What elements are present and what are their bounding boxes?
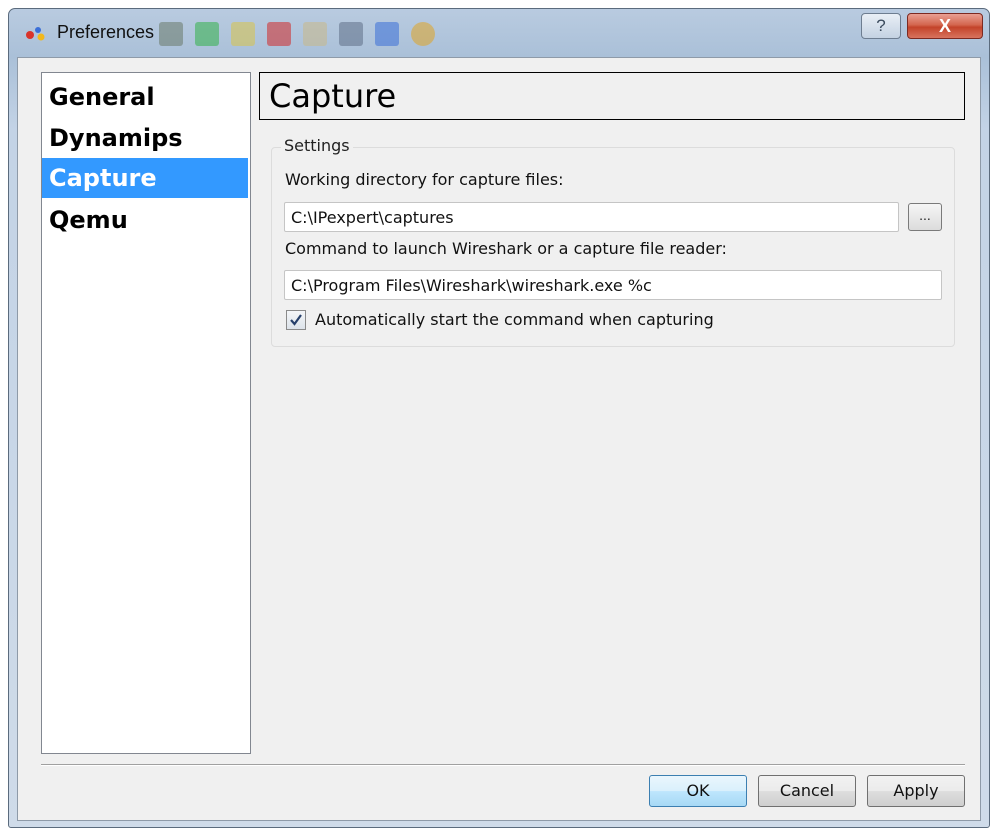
background-tool-icon: [159, 22, 183, 46]
autostart-label[interactable]: Automatically start the command when cap…: [315, 310, 714, 329]
sidebar-item-qemu[interactable]: Qemu: [42, 200, 248, 240]
title-bar[interactable]: Preferences ? X: [9, 9, 989, 59]
close-button[interactable]: X: [907, 13, 983, 39]
help-button[interactable]: ?: [861, 13, 901, 39]
working-directory-input[interactable]: [284, 202, 899, 232]
cancel-button[interactable]: Cancel: [758, 775, 856, 807]
settings-group-title: Settings: [281, 136, 353, 155]
sidebar-item-capture[interactable]: Capture: [42, 158, 248, 198]
checkmark-icon: [290, 314, 302, 326]
pause-icon: [231, 22, 255, 46]
app-icon: [26, 27, 45, 41]
screen-icon: [375, 22, 399, 46]
sidebar-item-dynamips[interactable]: Dynamips: [42, 118, 248, 158]
gear-icon: [411, 22, 435, 46]
browse-button[interactable]: ...: [908, 203, 942, 231]
stop-icon: [267, 22, 291, 46]
window-title: Preferences: [57, 22, 155, 42]
dialog-body: General Dynamips Capture Qemu Capture Se…: [17, 57, 981, 821]
page-title: Capture: [259, 72, 965, 120]
background-toolbar: [159, 22, 435, 48]
preferences-sidebar: General Dynamips Capture Qemu: [41, 72, 251, 754]
preferences-window: Preferences ? X General Dynamips Capture…: [8, 8, 990, 828]
working-directory-label: Working directory for capture files:: [285, 170, 564, 189]
autostart-checkbox[interactable]: [286, 310, 306, 330]
reload-icon: [303, 22, 327, 46]
apply-button[interactable]: Apply: [867, 775, 965, 807]
command-input[interactable]: [284, 270, 942, 300]
close-icon: X: [938, 15, 951, 36]
command-label: Command to launch Wireshark or a capture…: [285, 239, 727, 258]
sidebar-item-general[interactable]: General: [42, 77, 248, 117]
button-separator: [41, 764, 965, 766]
ok-button[interactable]: OK: [649, 775, 747, 807]
play-icon: [195, 22, 219, 46]
console-icon: [339, 22, 363, 46]
help-icon: ?: [876, 16, 886, 35]
